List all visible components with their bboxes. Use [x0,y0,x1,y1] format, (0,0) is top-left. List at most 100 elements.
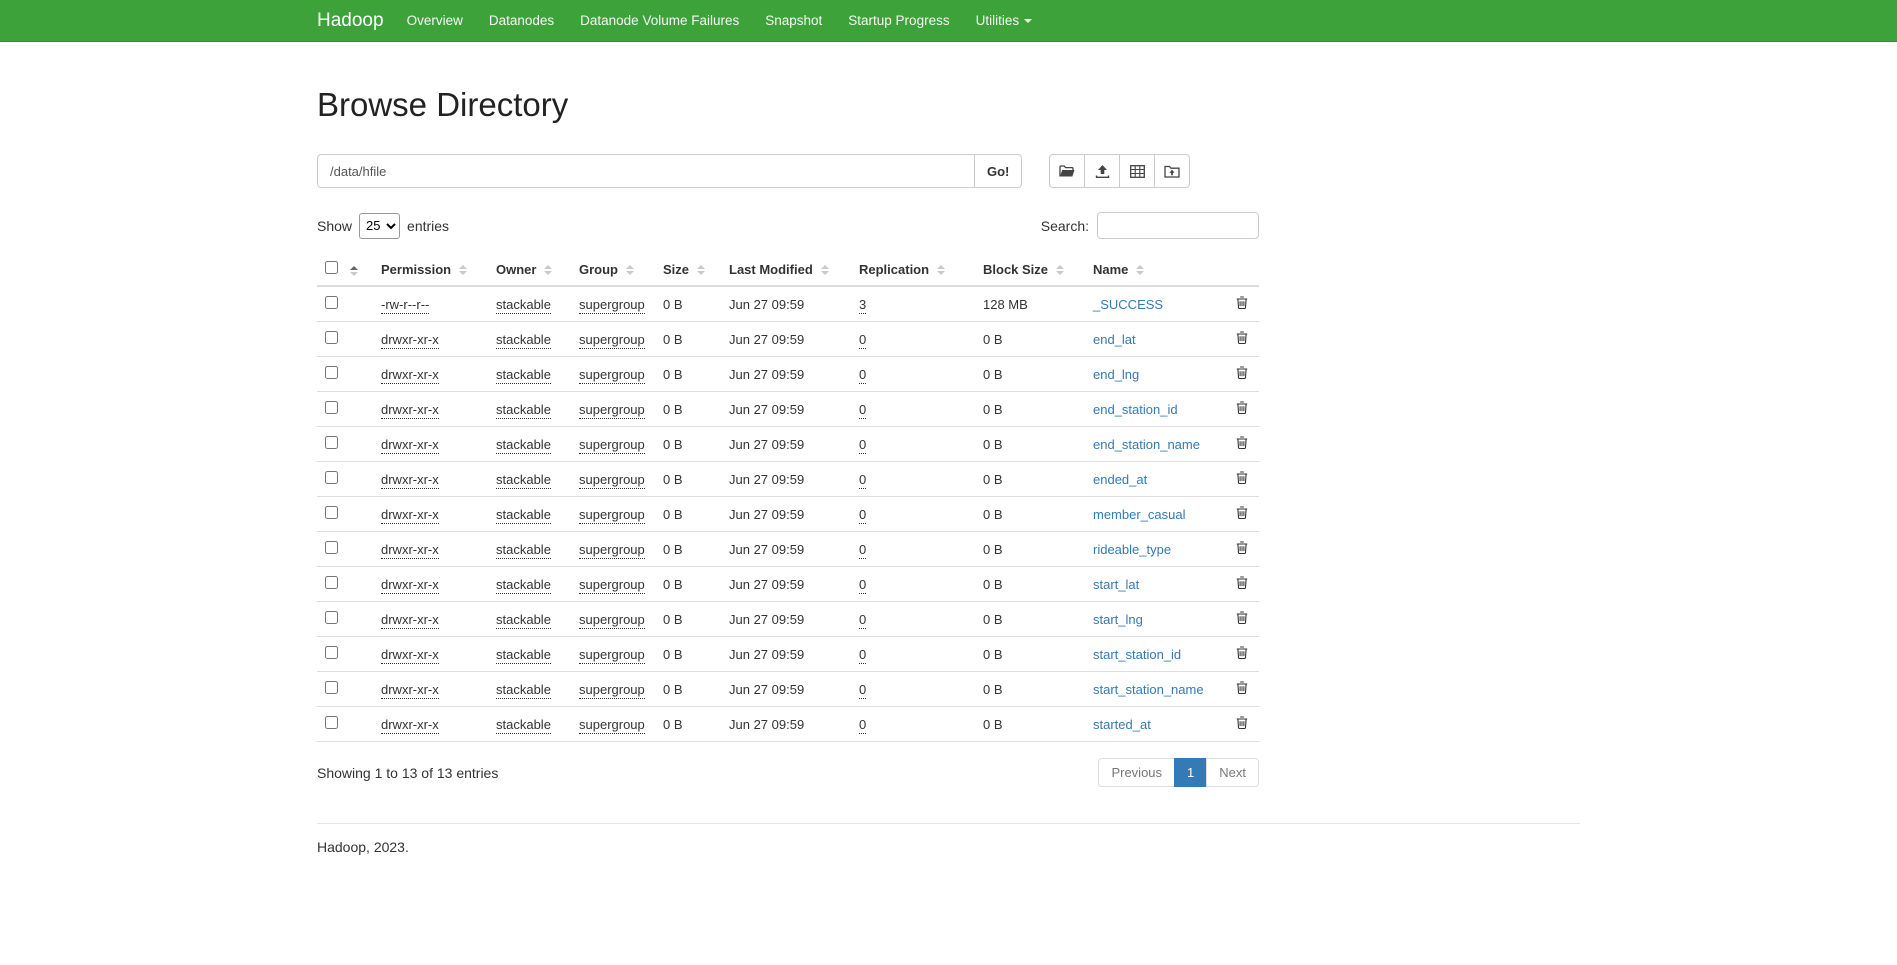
permission-value[interactable]: -rw-r--r-- [381,297,429,314]
replication-value[interactable]: 0 [859,577,866,594]
go-button[interactable]: Go! [975,154,1022,188]
permission-value[interactable]: drwxr-xr-x [381,612,439,629]
delete-button[interactable] [1236,506,1248,519]
permission-value[interactable]: drwxr-xr-x [381,332,439,349]
replication-value[interactable]: 0 [859,612,866,629]
group-value[interactable]: supergroup [579,402,645,419]
search-input[interactable] [1097,212,1259,239]
delete-button[interactable] [1236,681,1248,694]
replication-value[interactable]: 0 [859,542,866,559]
file-name-link[interactable]: _SUCCESS [1093,297,1163,312]
group-value[interactable]: supergroup [579,367,645,384]
header-group[interactable]: Group [571,253,655,286]
permission-value[interactable]: drwxr-xr-x [381,542,439,559]
file-name-link[interactable]: end_lat [1093,332,1136,347]
file-name-link[interactable]: ended_at [1093,472,1147,487]
upload-file-button[interactable] [1084,154,1120,188]
delete-button[interactable] [1236,716,1248,729]
row-checkbox[interactable] [325,401,338,414]
delete-button[interactable] [1236,331,1248,344]
replication-value[interactable]: 0 [859,717,866,734]
row-checkbox[interactable] [325,506,338,519]
replication-value[interactable]: 3 [859,297,866,314]
permission-value[interactable]: drwxr-xr-x [381,402,439,419]
delete-button[interactable] [1236,646,1248,659]
file-name-link[interactable]: start_station_id [1093,647,1181,662]
owner-value[interactable]: stackable [496,507,551,524]
row-checkbox[interactable] [325,716,338,729]
nav-item-snapshot[interactable]: Snapshot [752,0,835,41]
file-name-link[interactable]: start_lng [1093,612,1143,627]
row-checkbox[interactable] [325,436,338,449]
delete-button[interactable] [1236,401,1248,414]
delete-button[interactable] [1236,366,1248,379]
group-value[interactable]: supergroup [579,437,645,454]
owner-value[interactable]: stackable [496,472,551,489]
delete-button[interactable] [1236,471,1248,484]
file-name-link[interactable]: rideable_type [1093,542,1171,557]
file-name-link[interactable]: member_casual [1093,507,1186,522]
group-value[interactable]: supergroup [579,612,645,629]
nav-item-startup-progress[interactable]: Startup Progress [835,0,962,41]
create-directory-button[interactable] [1154,154,1190,188]
delete-button[interactable] [1236,576,1248,589]
owner-value[interactable]: stackable [496,297,551,314]
permission-value[interactable]: drwxr-xr-x [381,437,439,454]
header-last-modified[interactable]: Last Modified [721,253,851,286]
replication-value[interactable]: 0 [859,472,866,489]
permission-value[interactable]: drwxr-xr-x [381,472,439,489]
group-value[interactable]: supergroup [579,507,645,524]
brand-hadoop[interactable]: Hadoop [317,10,384,32]
replication-value[interactable]: 0 [859,332,866,349]
nav-item-overview[interactable]: Overview [394,0,476,41]
page-length-select[interactable]: 25 [359,213,400,239]
header-owner[interactable]: Owner [488,253,571,286]
row-checkbox[interactable] [325,471,338,484]
owner-value[interactable]: stackable [496,332,551,349]
header-name[interactable]: Name [1085,253,1225,286]
group-value[interactable]: supergroup [579,577,645,594]
header-block-size[interactable]: Block Size [975,253,1085,286]
row-checkbox[interactable] [325,576,338,589]
row-checkbox[interactable] [325,611,338,624]
owner-value[interactable]: stackable [496,717,551,734]
permission-value[interactable]: drwxr-xr-x [381,577,439,594]
row-checkbox[interactable] [325,366,338,379]
select-all-checkbox[interactable] [325,261,338,274]
group-value[interactable]: supergroup [579,647,645,664]
directory-path-input[interactable] [317,154,975,188]
page-1-button[interactable]: 1 [1174,758,1207,787]
owner-value[interactable]: stackable [496,542,551,559]
owner-value[interactable]: stackable [496,612,551,629]
owner-value[interactable]: stackable [496,647,551,664]
previous-page-button[interactable]: Previous [1098,758,1175,787]
replication-value[interactable]: 0 [859,647,866,664]
group-value[interactable]: supergroup [579,682,645,699]
owner-value[interactable]: stackable [496,402,551,419]
permission-value[interactable]: drwxr-xr-x [381,367,439,384]
nav-item-utilities-dropdown[interactable]: Utilities [963,0,1046,41]
delete-button[interactable] [1236,541,1248,554]
row-checkbox[interactable] [325,541,338,554]
replication-value[interactable]: 0 [859,437,866,454]
replication-value[interactable]: 0 [859,507,866,524]
group-value[interactable]: supergroup [579,472,645,489]
nav-item-datanode-volume-failures[interactable]: Datanode Volume Failures [567,0,752,41]
owner-value[interactable]: stackable [496,577,551,594]
group-value[interactable]: supergroup [579,297,645,314]
owner-value[interactable]: stackable [496,682,551,699]
file-name-link[interactable]: start_station_name [1093,682,1204,697]
delete-button[interactable] [1236,436,1248,449]
nav-item-datanodes[interactable]: Datanodes [476,0,567,41]
delete-button[interactable] [1236,611,1248,624]
permission-value[interactable]: drwxr-xr-x [381,717,439,734]
folder-open-button[interactable] [1049,154,1085,188]
row-checkbox[interactable] [325,646,338,659]
file-name-link[interactable]: end_lng [1093,367,1139,382]
next-page-button[interactable]: Next [1206,758,1259,787]
file-name-link[interactable]: started_at [1093,717,1151,732]
delete-button[interactable] [1236,296,1248,309]
header-select-all[interactable] [317,253,373,286]
group-value[interactable]: supergroup [579,542,645,559]
row-checkbox[interactable] [325,681,338,694]
